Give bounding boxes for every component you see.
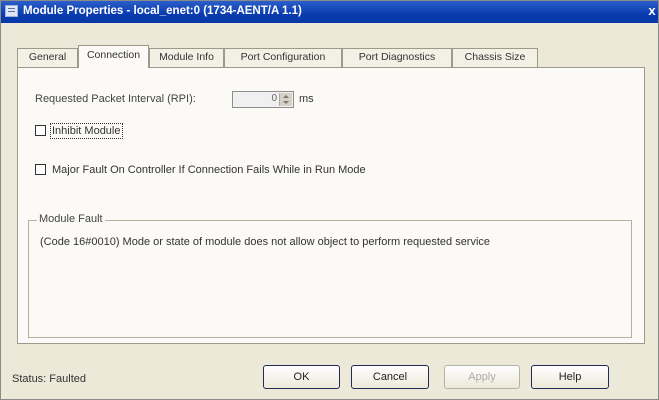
apply-button[interactable]: Apply [444, 365, 520, 389]
rpi-value: 0 [271, 93, 277, 104]
title-bar[interactable]: Module Properties - local_enet:0 (1734-A… [1, 1, 658, 23]
inhibit-module-label: Inhibit Module [50, 123, 123, 139]
major-fault-option[interactable]: Major Fault On Controller If Connection … [35, 164, 366, 176]
rpi-units: ms [299, 93, 314, 105]
module-fault-title: Module Fault [37, 213, 105, 225]
tab-module-info[interactable]: Module Info [149, 48, 224, 67]
help-button[interactable]: Help [531, 365, 609, 389]
tab-general[interactable]: General [17, 48, 78, 67]
tab-port-configuration[interactable]: Port Configuration [224, 48, 342, 67]
module-properties-dialog: Module Properties - local_enet:0 (1734-A… [0, 0, 659, 400]
tab-connection[interactable]: Connection [78, 45, 149, 68]
module-fault-message: (Code 16#0010) Mode or state of module d… [40, 236, 491, 248]
tab-port-diagnostics[interactable]: Port Diagnostics [342, 48, 452, 67]
ok-button[interactable]: OK [263, 365, 340, 389]
rpi-input[interactable]: 0 [232, 91, 294, 108]
rpi-label: Requested Packet Interval (RPI): [35, 93, 196, 105]
status-text: Status: Faulted [12, 373, 86, 385]
connection-tab-panel: Requested Packet Interval (RPI): 0 ms In… [17, 67, 645, 344]
window-icon [5, 5, 18, 17]
inhibit-module-option[interactable]: Inhibit Module [35, 123, 123, 139]
window-title: Module Properties - local_enet:0 (1734-A… [23, 5, 302, 17]
close-icon[interactable]: x [646, 3, 658, 19]
major-fault-checkbox[interactable] [35, 164, 46, 175]
tab-chassis-size[interactable]: Chassis Size [452, 48, 538, 67]
major-fault-label: Major Fault On Controller If Connection … [52, 164, 366, 176]
spinner-icon[interactable] [279, 93, 292, 106]
module-fault-group: Module Fault (Code 16#0010) Mode or stat… [28, 213, 632, 338]
cancel-button[interactable]: Cancel [351, 365, 429, 389]
inhibit-module-checkbox[interactable] [35, 125, 46, 136]
